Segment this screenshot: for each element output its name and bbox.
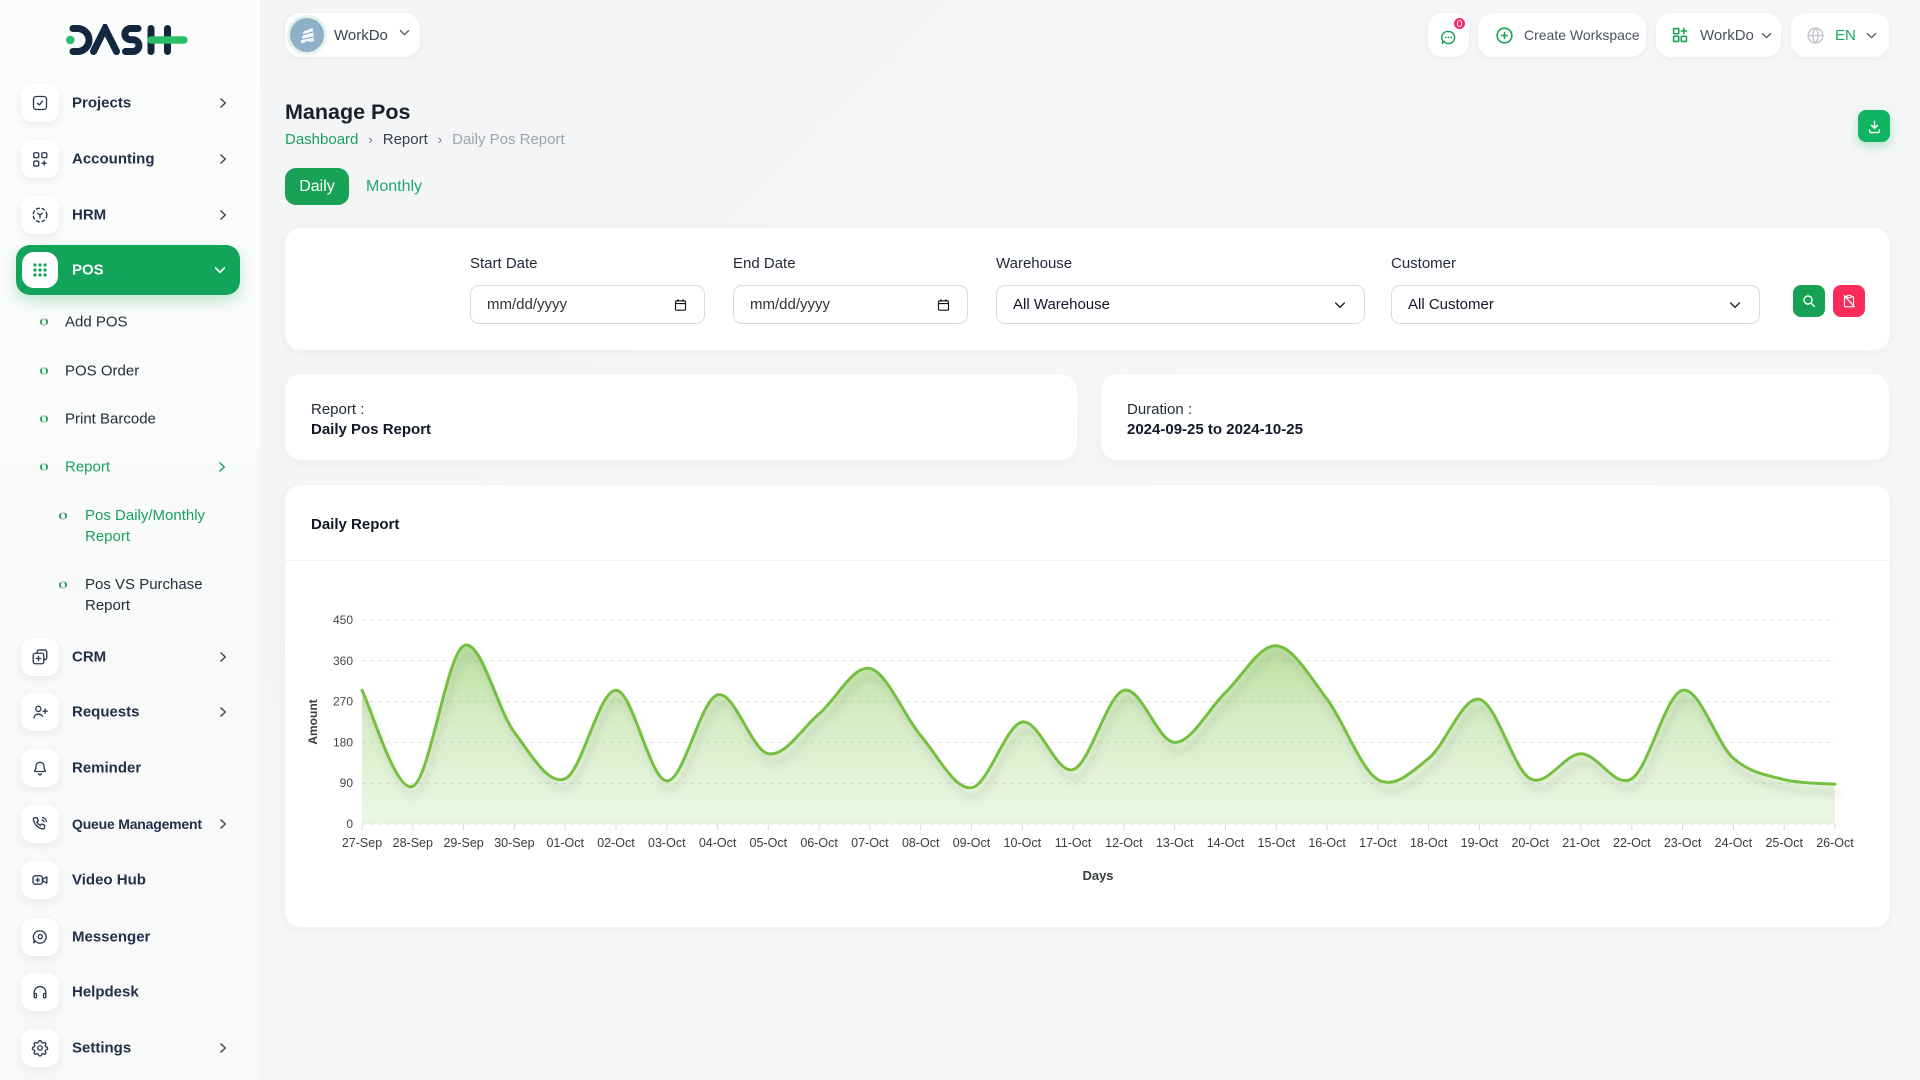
svg-text:07-Oct: 07-Oct <box>851 836 889 850</box>
svg-text:14-Oct: 14-Oct <box>1207 836 1245 850</box>
svg-text:04-Oct: 04-Oct <box>699 836 737 850</box>
svg-text:17-Oct: 17-Oct <box>1359 836 1397 850</box>
svg-text:15-Oct: 15-Oct <box>1258 836 1296 850</box>
svg-text:09-Oct: 09-Oct <box>953 836 991 850</box>
svg-text:20-Oct: 20-Oct <box>1511 836 1549 850</box>
svg-text:21-Oct: 21-Oct <box>1562 836 1600 850</box>
svg-text:10-Oct: 10-Oct <box>1004 836 1042 850</box>
svg-text:450: 450 <box>333 613 353 627</box>
svg-text:06-Oct: 06-Oct <box>800 836 838 850</box>
svg-text:11-Oct: 11-Oct <box>1055 836 1092 850</box>
svg-text:25-Oct: 25-Oct <box>1765 836 1803 850</box>
svg-text:22-Oct: 22-Oct <box>1613 836 1651 850</box>
svg-text:90: 90 <box>340 776 354 790</box>
svg-text:Days: Days <box>1082 868 1113 883</box>
svg-text:05-Oct: 05-Oct <box>750 836 788 850</box>
svg-text:Amount: Amount <box>306 699 320 744</box>
svg-text:18-Oct: 18-Oct <box>1410 836 1448 850</box>
svg-text:0: 0 <box>346 817 353 831</box>
svg-text:26-Oct: 26-Oct <box>1816 836 1854 850</box>
svg-text:08-Oct: 08-Oct <box>902 836 940 850</box>
svg-text:23-Oct: 23-Oct <box>1664 836 1702 850</box>
svg-text:02-Oct: 02-Oct <box>597 836 635 850</box>
svg-text:03-Oct: 03-Oct <box>648 836 686 850</box>
svg-text:28-Sep: 28-Sep <box>393 836 433 850</box>
svg-text:19-Oct: 19-Oct <box>1461 836 1499 850</box>
svg-text:30-Sep: 30-Sep <box>494 836 534 850</box>
svg-text:360: 360 <box>333 654 353 668</box>
svg-text:29-Sep: 29-Sep <box>443 836 483 850</box>
svg-text:13-Oct: 13-Oct <box>1156 836 1194 850</box>
svg-text:24-Oct: 24-Oct <box>1715 836 1753 850</box>
svg-text:16-Oct: 16-Oct <box>1308 836 1346 850</box>
svg-text:01-Oct: 01-Oct <box>546 836 584 850</box>
svg-text:12-Oct: 12-Oct <box>1105 836 1143 850</box>
svg-text:180: 180 <box>333 735 353 749</box>
svg-text:27-Sep: 27-Sep <box>342 836 382 850</box>
svg-text:270: 270 <box>333 695 353 709</box>
